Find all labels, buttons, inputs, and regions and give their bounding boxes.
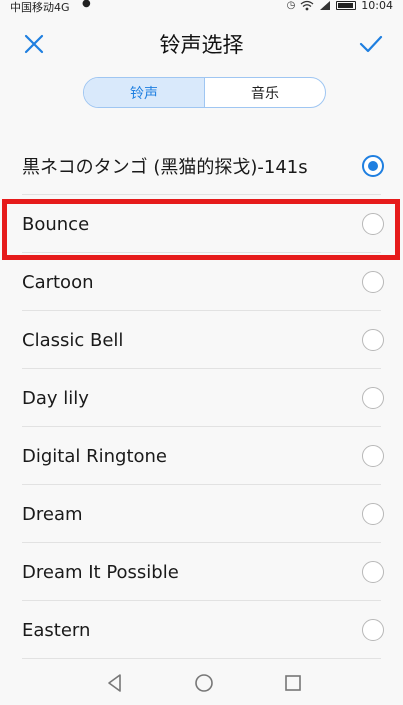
recents-icon[interactable] [281, 671, 305, 695]
list-item[interactable]: Classic Bell [0, 311, 403, 369]
back-icon[interactable] [103, 671, 127, 695]
list-item[interactable]: Day lily [0, 369, 403, 427]
list-item[interactable]: Dream [0, 485, 403, 543]
ringtone-label: Bounce [22, 213, 90, 235]
radio-button[interactable] [362, 561, 384, 583]
radio-button[interactable] [362, 213, 384, 235]
ringtone-label: Digital Ringtone [22, 445, 167, 467]
ringtone-label: 黒ネコのタンゴ (黑猫的探戈)-141s [22, 157, 308, 178]
radio-button[interactable] [362, 619, 384, 641]
page-title: 铃声选择 [159, 33, 244, 57]
tab-music[interactable]: 音乐 [205, 78, 325, 107]
radio-button[interactable] [362, 445, 384, 467]
ringtone-label: Dream It Possible [22, 561, 179, 583]
radio-button[interactable] [362, 387, 384, 409]
ringtone-label: Dream [22, 503, 83, 525]
ringtone-label: Day lily [22, 387, 89, 409]
ringtone-label: Cartoon [22, 271, 94, 293]
status-icons: ◷ 10:04 [287, 0, 393, 12]
list-item[interactable]: Bounce [0, 195, 403, 253]
ringtone-label: Classic Bell [22, 329, 124, 351]
radio-button[interactable] [362, 503, 384, 525]
alarm-icon: ◷ [286, 0, 296, 11]
radio-button-selected[interactable] [362, 155, 384, 177]
navigation-bar [0, 661, 403, 705]
list-item[interactable]: Cartoon [0, 253, 403, 311]
list-item[interactable]: Digital Ringtone [0, 427, 403, 485]
clock: 10:04 [361, 0, 393, 12]
divider [22, 658, 381, 659]
battery-icon [336, 1, 357, 10]
radio-button[interactable] [362, 271, 384, 293]
radio-button[interactable] [362, 329, 384, 351]
home-icon[interactable] [192, 671, 216, 695]
list-item[interactable]: Dream It Possible [0, 543, 403, 601]
checkmark-icon[interactable] [357, 30, 385, 58]
tab-switcher: 铃声 音乐 [83, 77, 326, 108]
tab-ringtones[interactable]: 铃声 [84, 78, 205, 107]
wifi-icon [300, 0, 314, 11]
ringtone-label: Eastern [22, 619, 91, 641]
title-bar: 铃声选择 [0, 14, 403, 70]
carrier-label: 中国移动4G [10, 1, 70, 14]
ringtone-list: 黒ネコのタンゴ (黑猫的探戈)-141s Bounce Cartoon Clas… [0, 137, 403, 659]
signal-icon [320, 1, 331, 10]
list-item[interactable]: 黒ネコのタンゴ (黑猫的探戈)-141s [0, 137, 403, 195]
wechat-icon: ● [82, 0, 91, 9]
status-bar: 中国移动4G ● ◷ 10:04 [0, 0, 403, 14]
list-item[interactable]: Eastern [0, 601, 403, 659]
